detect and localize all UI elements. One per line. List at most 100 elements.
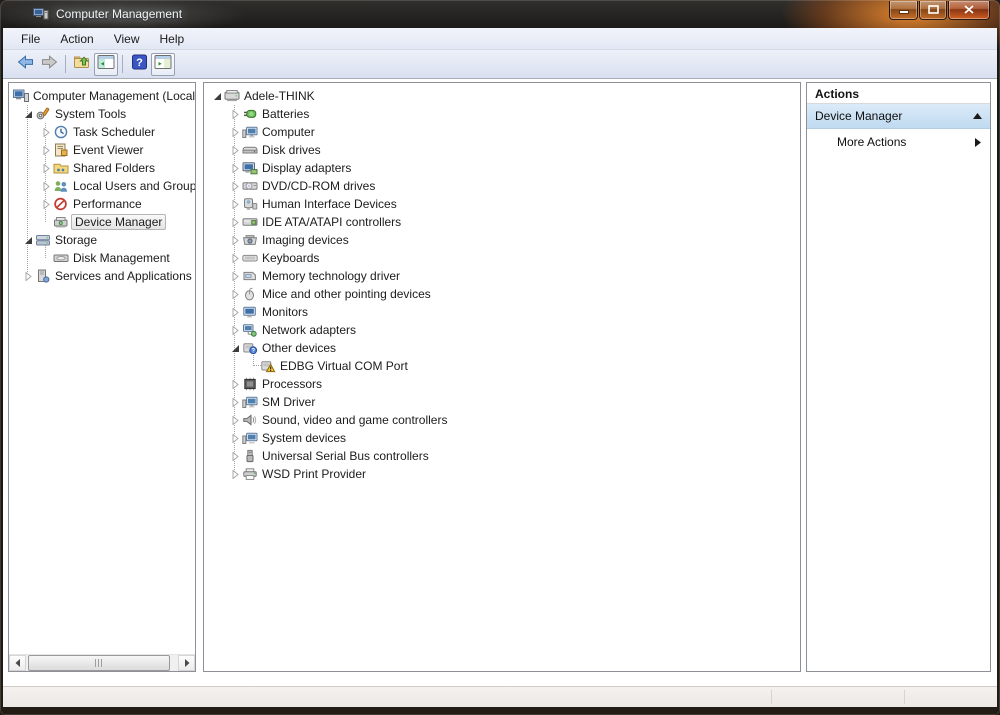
back-arrow-icon — [16, 54, 35, 75]
mouse-icon — [242, 287, 258, 301]
expander-collapsed-icon[interactable] — [228, 272, 242, 281]
tree-item[interactable]: Task Scheduler — [9, 123, 195, 141]
tree-item[interactable]: Shared Folders — [9, 159, 195, 177]
tree-item[interactable]: System Tools — [9, 105, 195, 123]
computer-icon — [224, 89, 240, 103]
menu-help[interactable]: Help — [150, 29, 195, 49]
tree-item[interactable]: EDBG Virtual COM Port — [204, 357, 800, 375]
collapse-arrow-icon[interactable] — [973, 113, 982, 119]
tree-item[interactable]: Performance — [9, 195, 195, 213]
more-actions-item[interactable]: More Actions — [807, 129, 990, 155]
tree-item[interactable]: Disk drives — [204, 141, 800, 159]
tree-item[interactable]: Computer — [204, 123, 800, 141]
back-button[interactable] — [13, 53, 37, 76]
expander-collapsed-icon[interactable] — [228, 326, 242, 335]
tree-item-label: Universal Serial Bus controllers — [258, 449, 433, 463]
expander-collapsed-icon[interactable] — [228, 200, 242, 209]
expander-expanded-icon[interactable] — [21, 110, 35, 119]
horizontal-scrollbar[interactable] — [9, 654, 195, 671]
expander-collapsed-icon[interactable] — [39, 146, 53, 155]
disk-drive-icon — [242, 143, 258, 157]
expander-collapsed-icon[interactable] — [39, 182, 53, 191]
expander-collapsed-icon[interactable] — [228, 398, 242, 407]
tree-item[interactable]: Sound, video and game controllers — [204, 411, 800, 429]
tree-item[interactable]: Imaging devices — [204, 231, 800, 249]
expander-collapsed-icon[interactable] — [228, 236, 242, 245]
expander-collapsed-icon[interactable] — [228, 434, 242, 443]
expander-collapsed-icon[interactable] — [39, 200, 53, 209]
tree-item[interactable]: Services and Applications — [9, 267, 195, 285]
tree-item[interactable]: Network adapters — [204, 321, 800, 339]
tree-item-label: Monitors — [258, 305, 312, 319]
keyboard-icon — [242, 251, 258, 265]
menu-view[interactable]: View — [104, 29, 150, 49]
tree-item[interactable]: DVD/CD-ROM drives — [204, 177, 800, 195]
tree-item[interactable]: Universal Serial Bus controllers — [204, 447, 800, 465]
expander-collapsed-icon[interactable] — [228, 470, 242, 479]
menu-action[interactable]: Action — [50, 29, 103, 49]
expander-expanded-icon[interactable] — [228, 344, 242, 353]
menu-file[interactable]: File — [11, 29, 50, 49]
tree-item[interactable]: Human Interface Devices — [204, 195, 800, 213]
expander-collapsed-icon[interactable] — [228, 146, 242, 155]
expander-collapsed-icon[interactable] — [228, 380, 242, 389]
tree-item[interactable]: Device Manager — [9, 213, 195, 231]
tree-item[interactable]: Mice and other pointing devices — [204, 285, 800, 303]
expander-collapsed-icon[interactable] — [228, 128, 242, 137]
help-button[interactable]: ? — [127, 53, 151, 76]
expander-expanded-icon[interactable] — [210, 92, 224, 101]
up-level-button[interactable] — [70, 53, 94, 76]
tree-item[interactable]: Adele-THINK — [204, 87, 800, 105]
ide-controller-icon — [242, 215, 258, 229]
tree-item[interactable]: Processors — [204, 375, 800, 393]
maximize-button[interactable] — [919, 1, 947, 20]
expander-collapsed-icon[interactable] — [228, 254, 242, 263]
tree-item[interactable]: Disk Management — [9, 249, 195, 267]
scrollbar-thumb[interactable] — [28, 655, 170, 671]
actions-group-device-manager[interactable]: Device Manager — [807, 104, 990, 129]
tree-item[interactable]: SM Driver — [204, 393, 800, 411]
tree-item[interactable]: Batteries — [204, 105, 800, 123]
tree-item[interactable]: Storage — [9, 231, 195, 249]
tree-item[interactable]: System devices — [204, 429, 800, 447]
tree-item[interactable]: Event Viewer — [9, 141, 195, 159]
tree-item[interactable]: Memory technology driver — [204, 267, 800, 285]
tree-item[interactable]: Monitors — [204, 303, 800, 321]
minimize-button[interactable] — [889, 1, 918, 20]
scrollbar-track[interactable] — [26, 655, 178, 671]
tree-item-label: Local Users and Groups — [69, 179, 195, 193]
imaging-device-icon — [242, 233, 258, 247]
tree-item[interactable]: WSD Print Provider — [204, 465, 800, 483]
tree-item-label: Batteries — [258, 107, 313, 121]
expander-collapsed-icon[interactable] — [228, 416, 242, 425]
show-action-pane-button[interactable] — [151, 53, 175, 76]
forward-button[interactable] — [37, 53, 61, 76]
expander-collapsed-icon[interactable] — [228, 452, 242, 461]
tree-item-label: Other devices — [258, 341, 340, 355]
title-bar[interactable]: Computer Management — [0, 0, 1000, 28]
tree-item[interactable]: IDE ATA/ATAPI controllers — [204, 213, 800, 231]
expander-collapsed-icon[interactable] — [228, 290, 242, 299]
expander-collapsed-icon[interactable] — [39, 128, 53, 137]
tree-item-label: Task Scheduler — [69, 125, 159, 139]
expander-collapsed-icon[interactable] — [21, 272, 35, 281]
scroll-right-button[interactable] — [178, 655, 195, 671]
tree-item[interactable]: Keyboards — [204, 249, 800, 267]
tree-item-label: Adele-THINK — [240, 89, 319, 103]
close-button[interactable] — [948, 1, 990, 20]
expander-expanded-icon[interactable] — [21, 236, 35, 245]
tree-item[interactable]: Display adapters — [204, 159, 800, 177]
tree-item[interactable]: Computer Management (Local) — [9, 87, 195, 105]
show-console-tree-button[interactable] — [94, 53, 118, 76]
expander-collapsed-icon[interactable] — [228, 110, 242, 119]
expander-collapsed-icon[interactable] — [228, 164, 242, 173]
expander-collapsed-icon[interactable] — [228, 308, 242, 317]
expander-collapsed-icon[interactable] — [228, 218, 242, 227]
tree-item[interactable]: ?Other devices — [204, 339, 800, 357]
tree-item-label: Memory technology driver — [258, 269, 404, 283]
expander-collapsed-icon[interactable] — [228, 182, 242, 191]
processor-icon — [242, 377, 258, 391]
tree-item[interactable]: Local Users and Groups — [9, 177, 195, 195]
expander-collapsed-icon[interactable] — [39, 164, 53, 173]
scroll-left-button[interactable] — [9, 655, 26, 671]
